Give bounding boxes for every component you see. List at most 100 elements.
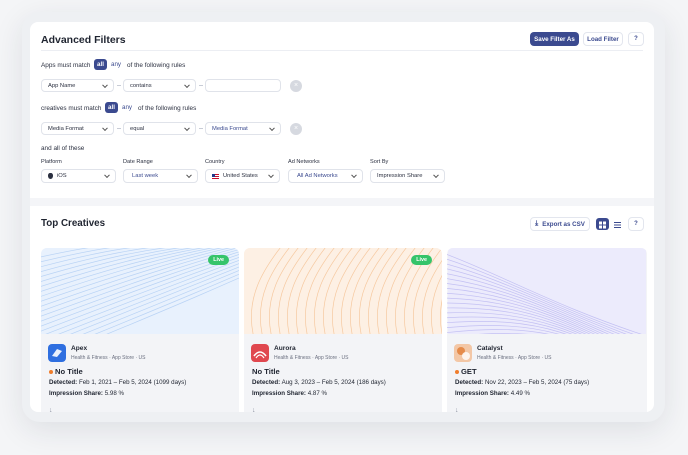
ad-title-text: GET: [461, 367, 477, 376]
creative-card[interactable]: Live Aurora Health & Fitness · App Store…: [244, 248, 442, 412]
share-value: 5.98 %: [104, 390, 124, 397]
creatives-operator-value: equal: [130, 125, 145, 132]
chevron-down-icon: [433, 172, 439, 179]
creatives-help-button[interactable]: ?: [628, 217, 644, 231]
clear-rule2-icon[interactable]: ×: [290, 123, 302, 135]
date-range-label: Date Range: [123, 159, 153, 165]
creatives-match-prefix: creatives must match: [41, 105, 102, 112]
us-flag-icon: [212, 173, 219, 179]
creatives-match-all-toggle[interactable]: all: [105, 102, 118, 113]
apps-operator-select[interactable]: contains: [123, 79, 196, 92]
creatives-field-value: Media Format: [48, 125, 84, 132]
creatives-value-text: Media Format: [212, 125, 248, 132]
app-meta: Health & Fitness · App Store · US: [71, 355, 146, 361]
catalyst-app-icon: [454, 344, 472, 362]
chevron-down-icon: [268, 172, 274, 179]
load-filter-button[interactable]: Load Filter: [583, 32, 623, 46]
ad-title: No Title: [252, 367, 280, 376]
page-title: Advanced Filters: [41, 34, 126, 46]
chevron-down-icon: [186, 172, 192, 179]
country-value: United States: [223, 173, 258, 179]
platform-label: Platform: [41, 159, 62, 165]
creative-preview: [447, 248, 646, 334]
export-csv-button[interactable]: ⤓ Export as CSV: [530, 217, 590, 231]
apps-value-input[interactable]: [205, 79, 281, 92]
app-meta: Health & Fitness · App Store · US: [274, 355, 349, 361]
ad-title: GET: [455, 367, 477, 376]
filters-help-button[interactable]: ?: [628, 32, 644, 46]
creatives-operator-select[interactable]: equal: [123, 122, 196, 135]
platform-select[interactable]: iOS: [41, 169, 116, 183]
detected-label: Detected:: [252, 379, 281, 386]
live-badge: Live: [411, 255, 432, 265]
list-icon: [614, 222, 621, 228]
and-all-label: and all of these: [41, 145, 85, 152]
apex-app-icon: [48, 344, 66, 362]
apple-icon: [48, 173, 53, 179]
chevron-down-icon: [184, 81, 190, 88]
country-select[interactable]: United States: [205, 169, 280, 183]
creative-card[interactable]: Catalyst Health & Fitness · App Store · …: [447, 248, 647, 412]
chevron-down-icon: [102, 124, 108, 131]
chevron-down-icon: [351, 172, 357, 179]
date-range-select[interactable]: Last week: [123, 169, 198, 183]
status-dot: [455, 369, 459, 374]
date-range-value: Last week: [132, 173, 159, 179]
ad-networks-select[interactable]: All Ad Networks: [288, 169, 363, 183]
chevron-down-icon: [269, 124, 275, 131]
app-name: Apex: [71, 345, 88, 352]
ad-title-text: No Title: [252, 367, 280, 376]
apps-field-value: App Name: [48, 82, 76, 89]
aurora-app-icon: [251, 344, 269, 362]
chevron-down-icon: [184, 124, 190, 131]
platform-value: iOS: [57, 173, 67, 179]
arrow-down-icon[interactable]: ↓: [49, 407, 53, 412]
grid-view-toggle[interactable]: [596, 218, 609, 230]
creatives-match-any-toggle[interactable]: any: [120, 102, 134, 113]
arrow-down-icon[interactable]: ↓: [252, 407, 256, 412]
dash: [117, 128, 121, 129]
creative-card[interactable]: Live Apex Health & Fitness · App Store ·…: [41, 248, 239, 412]
apps-match-suffix: of the following rules: [127, 62, 186, 69]
list-view-toggle[interactable]: [611, 218, 624, 230]
apps-field-select[interactable]: App Name: [41, 79, 114, 92]
share-label: Impression Share:: [49, 390, 103, 397]
share-label: Impression Share:: [455, 390, 509, 397]
detected-label: Detected:: [49, 379, 78, 386]
creatives-value-select[interactable]: Media Format: [205, 122, 281, 135]
clear-rule1-icon[interactable]: ×: [290, 80, 302, 92]
app-meta: Health & Fitness · App Store · US: [477, 355, 552, 361]
share-line: Impression Share: 4.49 %: [455, 390, 530, 397]
save-filter-button[interactable]: Save Filter As: [530, 32, 579, 46]
export-csv-label: Export as CSV: [542, 220, 585, 228]
ad-networks-label: Ad Networks: [288, 159, 320, 165]
dash: [199, 85, 203, 86]
download-icon: ⤓: [535, 220, 539, 227]
share-value: 4.49 %: [510, 390, 530, 397]
apps-operator-value: contains: [130, 82, 152, 89]
share-value: 4.87 %: [307, 390, 327, 397]
app-name: Aurora: [274, 345, 296, 352]
status-dot: [49, 369, 53, 374]
live-badge: Live: [208, 255, 229, 265]
arrow-down-icon[interactable]: ↓: [455, 407, 459, 412]
creatives-field-select[interactable]: Media Format: [41, 122, 114, 135]
sort-by-value: Impression Share: [377, 173, 423, 179]
sort-by-select[interactable]: Impression Share: [370, 169, 445, 183]
apps-match-any-toggle[interactable]: any: [109, 59, 123, 70]
detected-value: Nov 22, 2023 – Feb 5, 2024 (75 days): [484, 379, 590, 386]
share-line: Impression Share: 5.98 %: [49, 390, 124, 397]
top-creatives-title: Top Creatives: [41, 218, 106, 229]
detected-line: Detected: Nov 22, 2023 – Feb 5, 2024 (75…: [455, 379, 589, 386]
ad-networks-value: All Ad Networks: [297, 173, 338, 179]
detected-value: Aug 3, 2023 – Feb 5, 2024 (186 days): [281, 379, 386, 386]
detected-line: Detected: Feb 1, 2021 – Feb 5, 2024 (109…: [49, 379, 186, 386]
detected-label: Detected:: [455, 379, 484, 386]
main-panel: Advanced Filters Save Filter As Load Fil…: [30, 22, 654, 412]
ad-title-text: No Title: [55, 367, 83, 376]
section-separator: [30, 198, 654, 206]
apps-match-all-toggle[interactable]: all: [94, 59, 107, 70]
header-divider: [41, 50, 643, 51]
dash: [117, 85, 121, 86]
country-label: Country: [205, 159, 225, 165]
